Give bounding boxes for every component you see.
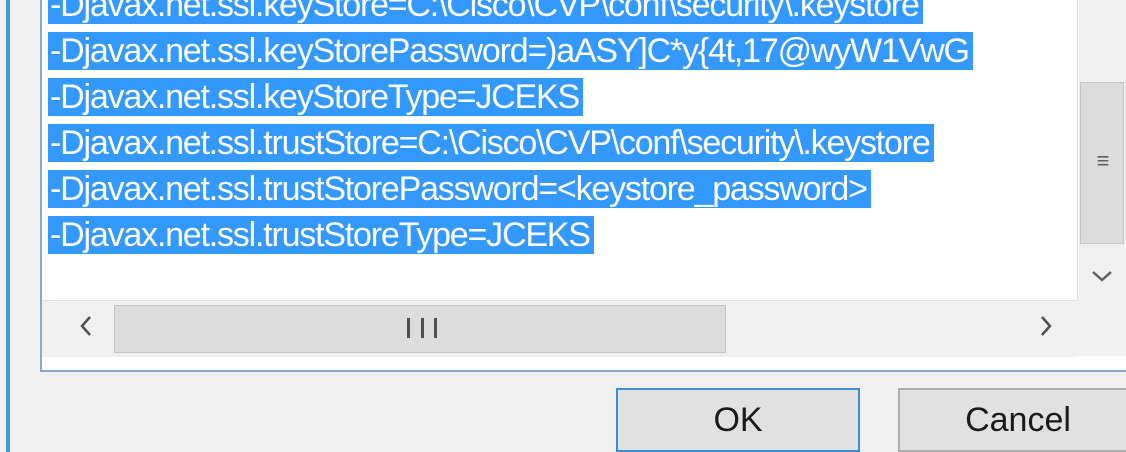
selected-text: -Djavax.net.ssl.keyStorePassword=)aASY]C… <box>48 32 973 70</box>
text-line: -Djavax.net.ssl.trustStorePassword=<keys… <box>48 166 871 212</box>
chevron-left-icon[interactable] <box>58 301 114 357</box>
dialog-border <box>6 0 10 452</box>
selected-text: -Djavax.net.ssl.trustStorePassword=<keys… <box>48 170 871 208</box>
cancel-button[interactable]: Cancel <box>898 388 1126 452</box>
vertical-scroll-thumb[interactable]: ≡ <box>1080 82 1124 244</box>
selected-text: -Djavax.net.ssl.trustStore=C:\Cisco\CVP\… <box>48 124 934 162</box>
grip-horizontal-lines-icon: ≡ <box>1096 148 1110 173</box>
dialog: -Djavax.net.ssl.keyStore=C:\Cisco\CVP\co… <box>0 0 1126 452</box>
chevron-right-icon[interactable] <box>1018 301 1074 357</box>
jvm-options-textbox[interactable]: -Djavax.net.ssl.keyStore=C:\Cisco\CVP\co… <box>40 0 1126 372</box>
text-line: -Djavax.net.ssl.trustStore=C:\Cisco\CVP\… <box>48 120 934 166</box>
vertical-scrollbar[interactable]: ≡ <box>1077 0 1126 300</box>
chevron-down-svg <box>1092 271 1112 282</box>
grip-vertical-lines-icon <box>407 318 437 340</box>
horizontal-scrollbar[interactable] <box>42 300 1078 357</box>
text-line: -Djavax.net.ssl.trustStoreType=JCEKS <box>48 212 594 258</box>
text-line: -Djavax.net.ssl.keyStore=C:\Cisco\CVP\co… <box>48 0 923 28</box>
text-line: -Djavax.net.ssl.keyStorePassword=)aASY]C… <box>48 28 973 74</box>
scrollbar-corner <box>1078 300 1126 356</box>
selected-text: -Djavax.net.ssl.keyStoreType=JCEKS <box>48 78 583 116</box>
chevron-left-svg <box>80 316 91 336</box>
chevron-right-svg <box>1041 316 1052 336</box>
horizontal-scroll-thumb[interactable] <box>114 305 726 353</box>
selected-text: -Djavax.net.ssl.trustStoreType=JCEKS <box>48 216 594 254</box>
text-line: -Djavax.net.ssl.keyStoreType=JCEKS <box>48 74 583 120</box>
text-area[interactable]: -Djavax.net.ssl.keyStore=C:\Cisco\CVP\co… <box>48 0 1078 294</box>
selected-text: -Djavax.net.ssl.keyStore=C:\Cisco\CVP\co… <box>48 0 923 24</box>
ok-button[interactable]: OK <box>616 388 860 452</box>
chevron-down-icon[interactable] <box>1078 250 1126 300</box>
